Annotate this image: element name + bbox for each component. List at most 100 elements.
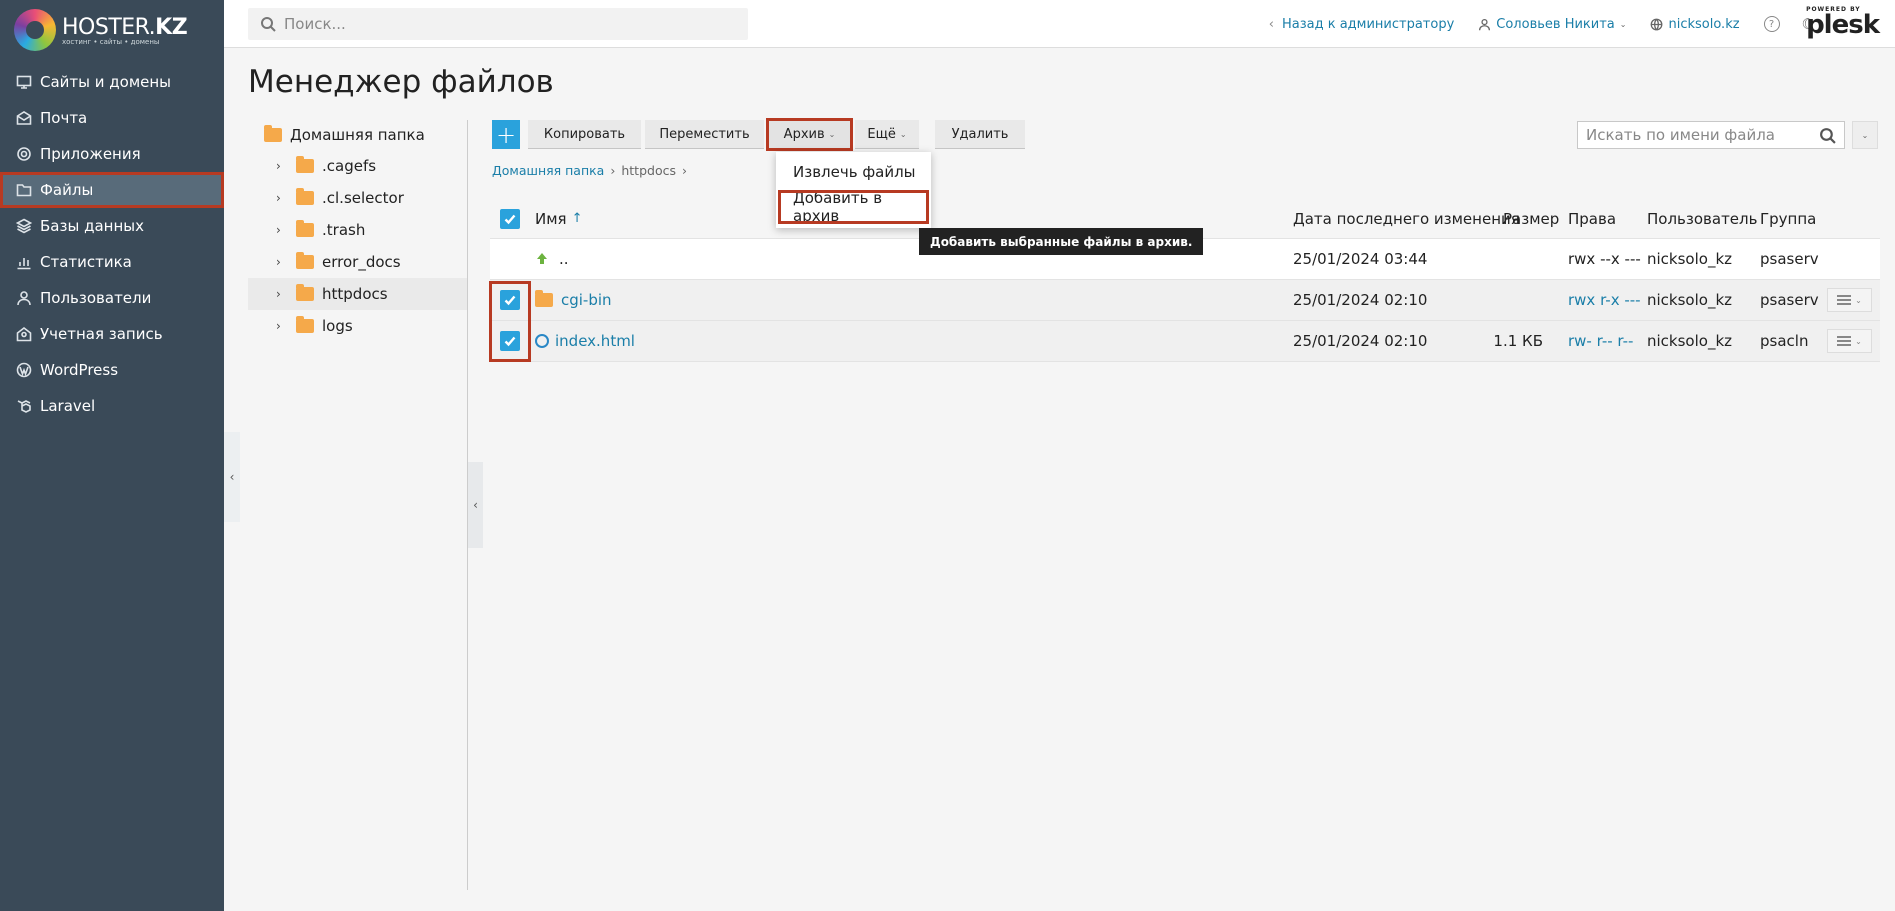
folder-icon <box>296 284 314 301</box>
more-button[interactable]: Ещё ⌄ <box>855 120 919 149</box>
tree-item-error-docs[interactable]: › error_docs <box>248 246 468 278</box>
header-perms[interactable]: Права <box>1568 199 1616 238</box>
chevron-right-icon[interactable]: › <box>276 319 288 333</box>
archive-button-label: Архив <box>783 126 825 142</box>
chevron-right-icon[interactable]: › <box>276 159 288 173</box>
search-options-button[interactable]: ⌄ <box>1852 121 1878 149</box>
chevron-right-icon[interactable]: › <box>276 191 288 205</box>
chevron-right-icon[interactable]: › <box>276 287 288 301</box>
folder-icon <box>296 156 314 173</box>
chevron-left-icon: ‹ <box>473 498 478 512</box>
create-button[interactable]: + <box>492 120 520 149</box>
menu-icon <box>1837 295 1852 305</box>
sidebar-item-label: Почта <box>40 109 88 127</box>
user-cell: nicksolo_kz <box>1647 332 1733 350</box>
global-search-input[interactable]: Поиск... <box>248 8 748 40</box>
sidebar-item-stats[interactable]: Статистика <box>0 244 224 280</box>
chevron-left-icon: ‹ <box>1268 16 1274 32</box>
domain-link[interactable]: nicksolo.kz <box>1650 17 1740 32</box>
tree-root-home[interactable]: Домашняя папка <box>248 120 468 150</box>
user-menu[interactable]: Соловьев Никита ⌄ <box>1478 17 1626 32</box>
header-size[interactable]: Размер <box>1503 199 1559 238</box>
modified-cell: 25/01/2024 03:44 <box>1293 250 1428 268</box>
tree-item-label: error_docs <box>322 253 401 271</box>
chevron-right-icon[interactable]: › <box>276 223 288 237</box>
sidebar: HOSTER.KZ хостинг • сайты • домены Сайты… <box>0 0 224 911</box>
sidebar-item-label: WordPress <box>40 361 119 379</box>
menu-icon <box>1837 336 1852 346</box>
perms-link[interactable]: rw- r-- r-- <box>1568 321 1633 361</box>
sidebar-item-laravel[interactable]: Laravel <box>0 388 224 424</box>
parent-dir-cell[interactable]: .. <box>535 239 569 279</box>
brand-title: HOSTER.KZ <box>62 14 188 40</box>
file-name: .. <box>559 250 569 268</box>
file-name-link[interactable]: index.html <box>555 332 635 350</box>
sidebar-item-databases[interactable]: Базы данных <box>0 208 224 244</box>
sidebar-item-users[interactable]: Пользователи <box>0 280 224 316</box>
breadcrumb-current: httpdocs <box>621 163 676 178</box>
folder-tree: Домашняя папка › .cagefs › .cl.selector ›.… <box>248 120 468 342</box>
topbar: Поиск... ‹ Назад к администратору Соловье… <box>224 0 1895 48</box>
user-cell: nicksolo_kz <box>1647 250 1733 268</box>
perms-link[interactable]: rwx r-x --- <box>1568 280 1641 320</box>
globe-icon <box>1651 18 1663 30</box>
add-to-archive-item[interactable]: Добавить в архив <box>778 189 929 225</box>
header-user[interactable]: Пользователь <box>1647 199 1757 238</box>
file-search-input[interactable]: Искать по имени файла <box>1577 121 1845 149</box>
copy-button[interactable]: Копировать <box>528 120 641 149</box>
header-name-label: Имя <box>535 209 567 228</box>
select-all-checkbox[interactable] <box>500 199 520 238</box>
sidebar-nav: Сайты и домены Почта Приложения Файлы Ба… <box>0 64 224 424</box>
row-menu-button[interactable]: ⌄ <box>1827 321 1872 361</box>
tree-collapse-button[interactable]: ‹ <box>468 462 483 548</box>
sidebar-item-wordpress[interactable]: WordPress <box>0 352 224 388</box>
table-row[interactable]: index.html 25/01/2024 02:10 1.1 КБ rw- r… <box>490 321 1880 362</box>
sidebar-item-apps[interactable]: Приложения <box>0 136 224 172</box>
search-placeholder: Поиск... <box>284 15 346 33</box>
move-button[interactable]: Переместить <box>645 120 764 149</box>
row-menu-button[interactable]: ⌄ <box>1827 280 1872 320</box>
tree-item-label: logs <box>322 317 353 335</box>
header-group[interactable]: Группа <box>1760 199 1816 238</box>
chart-icon <box>17 258 31 270</box>
extract-files-item[interactable]: Извлечь файлы <box>776 155 931 189</box>
folder-up-icon <box>537 253 547 264</box>
sidebar-item-sites[interactable]: Сайты и домены <box>0 64 224 100</box>
logo[interactable]: HOSTER.KZ хостинг • сайты • домены <box>0 0 224 60</box>
tree-item-httpdocs[interactable]: › httpdocs <box>248 278 468 310</box>
breadcrumb-home[interactable]: Домашняя папка <box>492 163 604 178</box>
gear-icon <box>17 147 31 161</box>
chevron-down-icon: ⌄ <box>828 129 836 139</box>
sidebar-item-account[interactable]: Учетная запись <box>0 316 224 352</box>
sidebar-item-mail[interactable]: Почта <box>0 100 224 136</box>
chevron-right-icon[interactable]: › <box>276 255 288 269</box>
plesk-wordmark: plesk <box>1806 10 1880 40</box>
file-search-placeholder: Искать по имени файла <box>1586 126 1775 144</box>
sidebar-item-label: Файлы <box>40 181 94 199</box>
file-name-link[interactable]: cgi-bin <box>561 291 612 309</box>
tree-item-logs[interactable]: › logs <box>248 310 468 342</box>
breadcrumb-separator: › <box>610 163 616 178</box>
delete-button[interactable]: Удалить <box>935 120 1025 149</box>
user-cell: nicksolo_kz <box>1647 291 1733 309</box>
search-icon[interactable] <box>1819 127 1836 144</box>
tree-item-label: httpdocs <box>322 285 388 303</box>
sidebar-collapse-button[interactable]: ‹ <box>224 432 240 522</box>
sidebar-item-files[interactable]: Файлы <box>0 172 224 208</box>
header-modified[interactable]: Дата последнего изменения <box>1293 199 1520 238</box>
sidebar-item-label: Статистика <box>40 253 132 271</box>
archive-button[interactable]: Архив ⌄ <box>766 118 853 151</box>
back-to-admin-link[interactable]: ‹ Назад к администратору <box>1269 17 1455 32</box>
archive-dropdown-menu: Извлечь файлы Добавить в архив <box>776 152 931 228</box>
header-name[interactable]: Имя ↑ <box>535 199 582 238</box>
file-name-cell[interactable]: cgi-bin <box>535 280 612 320</box>
table-row[interactable]: cgi-bin 25/01/2024 02:10 rwx r-x --- nic… <box>490 280 1880 321</box>
file-name-cell[interactable]: index.html <box>535 321 635 361</box>
folder-icon <box>296 316 314 333</box>
tree-item-cagefs[interactable]: › .cagefs <box>248 150 468 182</box>
tree-item-trash[interactable]: › .trash <box>248 214 468 246</box>
tree-item-label: .cl.selector <box>322 189 404 207</box>
add-to-archive-tooltip: Добавить выбранные файлы в архив. <box>919 228 1204 255</box>
help-icon[interactable]: ? <box>1763 16 1780 32</box>
tree-item-cl-selector[interactable]: › .cl.selector <box>248 182 468 214</box>
